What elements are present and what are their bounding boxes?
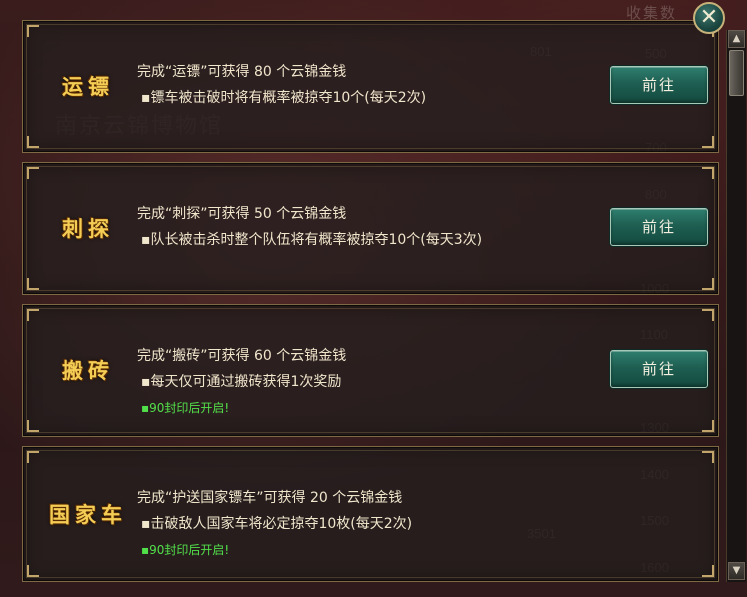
unlock-requirement-text: ▪90封印后开启! — [141, 401, 230, 415]
task-panel-yunbiao: 运镖 完成“运镖”可获得 80 个云锦金钱 ▪镖车被击破时将有概率被掠夺10个(… — [22, 20, 719, 153]
task-name: 运镖 — [62, 74, 114, 99]
corner-ornament — [27, 167, 39, 179]
task-panel-citan: 刺探 完成“刺探”可获得 50 个云锦金钱 ▪队长被击杀时整个队伍将有概率被掠夺… — [22, 162, 719, 295]
task-panel-guojiache: 国家车 完成“护送国家镖车”可获得 20 个云锦金钱 ▪击破敌人国家车将必定掠夺… — [22, 446, 719, 582]
corner-ornament — [702, 420, 714, 432]
task-detail-text: ▪队长被击杀时整个队伍将有概率被掠夺10个(每天3次) — [141, 232, 483, 248]
corner-ornament — [702, 278, 714, 290]
task-reward-text: 完成“运镖”可获得 80 个云锦金钱 — [137, 64, 347, 80]
task-detail-text: ▪每天仅可通过搬砖获得1次奖励 — [141, 374, 342, 390]
scroll-thumb[interactable] — [729, 50, 744, 96]
goto-button-yunbiao[interactable]: 前往 — [610, 66, 708, 104]
task-reward-text: 完成“搬砖”可获得 60 个云锦金钱 — [137, 348, 347, 364]
task-reward-text: 完成“护送国家镖车”可获得 20 个云锦金钱 — [137, 490, 403, 506]
corner-ornament — [702, 167, 714, 179]
vertical-scrollbar[interactable]: ▲ ▼ — [726, 30, 746, 582]
task-detail-text: ▪镖车被击破时将有概率被掠夺10个(每天2次) — [141, 90, 427, 106]
close-icon: ✕ — [699, 5, 719, 30]
corner-ornament — [27, 420, 39, 432]
money-tasks-window: 南京云锦博物馆 收集数 801 500 700 800 1000 1100 13… — [0, 0, 747, 597]
task-name: 国家车 — [49, 502, 127, 527]
close-button[interactable]: ✕ — [693, 2, 725, 34]
task-name: 刺探 — [62, 216, 114, 241]
goto-button-banzhuan[interactable]: 前往 — [610, 350, 708, 388]
corner-ornament — [702, 451, 714, 463]
corner-ornament — [27, 309, 39, 321]
corner-ornament — [27, 25, 39, 37]
task-detail-text: ▪击破敌人国家车将必定掠夺10枚(每天2次) — [141, 516, 413, 532]
scroll-up-button[interactable]: ▲ — [728, 30, 745, 48]
corner-ornament — [702, 565, 714, 577]
task-reward-text: 完成“刺探”可获得 50 个云锦金钱 — [137, 206, 347, 222]
corner-ornament — [27, 278, 39, 290]
arrow-down-icon: ▼ — [732, 565, 741, 576]
task-name: 搬砖 — [62, 358, 114, 383]
corner-ornament — [702, 309, 714, 321]
scroll-down-button[interactable]: ▼ — [728, 562, 745, 580]
corner-ornament — [702, 136, 714, 148]
task-panel-banzhuan: 搬砖 完成“搬砖”可获得 60 个云锦金钱 ▪每天仅可通过搬砖获得1次奖励 ▪9… — [22, 304, 719, 437]
corner-ornament — [27, 136, 39, 148]
goto-button-citan[interactable]: 前往 — [610, 208, 708, 246]
arrow-up-icon: ▲ — [732, 33, 741, 44]
corner-ornament — [27, 451, 39, 463]
corner-ornament — [27, 565, 39, 577]
unlock-requirement-text: ▪90封印后开启! — [141, 543, 230, 557]
